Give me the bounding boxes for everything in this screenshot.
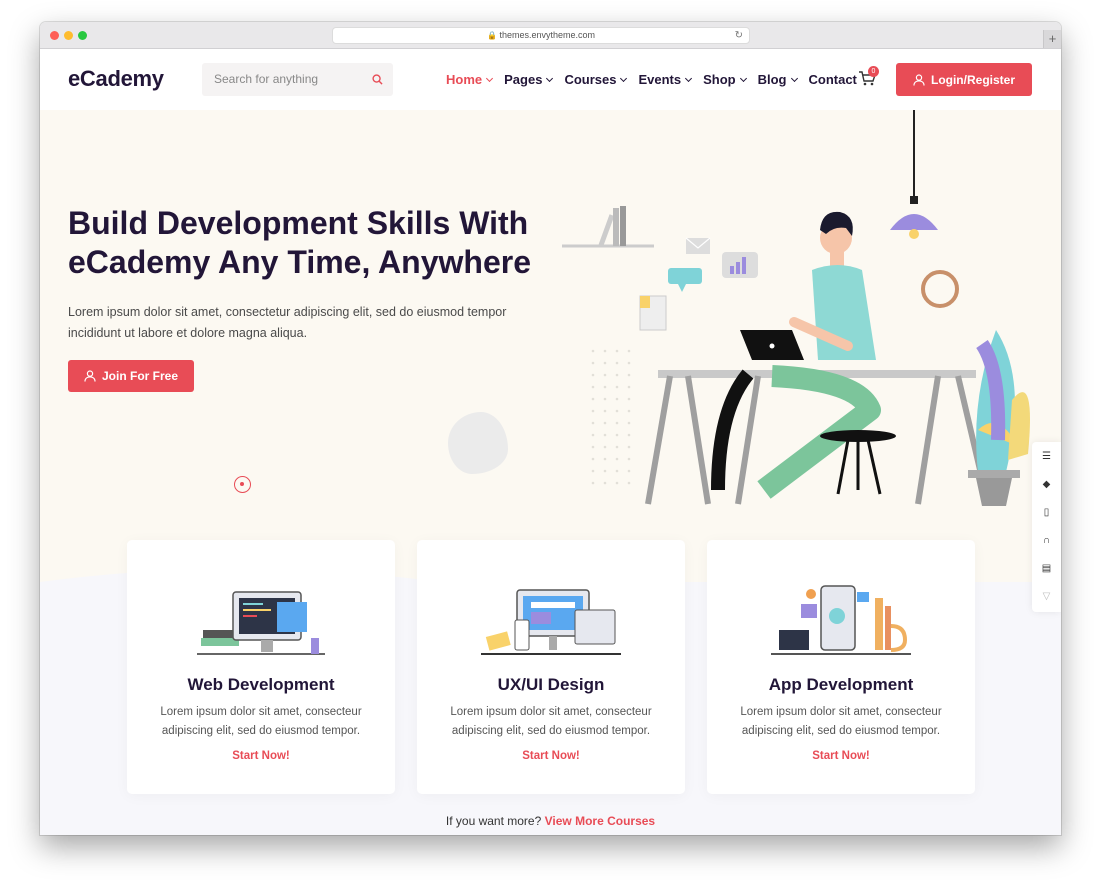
nav-item-label: Contact [808, 72, 857, 87]
browser-toolbar: 🔒 themes.envytheme.com ↻ + [40, 22, 1061, 49]
hero-title-line-2: eCademy Any Time, Anywhere [68, 244, 531, 280]
cart-button[interactable]: 0 [858, 66, 879, 92]
user-icon [84, 370, 96, 382]
site-header: eCademy Search for anything Home Pages Cou… [40, 49, 1061, 110]
browser-window: 🔒 themes.envytheme.com ↻ + eCademy Searc… [40, 22, 1061, 835]
minimize-window-icon[interactable] [64, 31, 73, 40]
course-card-web-development[interactable]: Web Development Lorem ipsum dolor sit am… [127, 540, 395, 794]
course-card-description-line-1: Lorem ipsum dolor sit amet, consecteur [450, 706, 652, 718]
course-card-description-line-2: adipiscing elit, sed do eiusmod tempor. [741, 725, 941, 737]
course-card-description-line-2: adipiscing elit, sed do eiusmod tempor. [451, 725, 651, 737]
note-icon[interactable]: ▤ [1032, 554, 1061, 582]
nav-item-contact[interactable]: Contact [809, 72, 857, 87]
login-register-button[interactable]: Login/Register [896, 63, 1032, 96]
course-card-title: Web Development [187, 675, 335, 694]
address-text: themes.envytheme.com [499, 30, 596, 40]
course-card-title: App Development [768, 675, 914, 694]
start-now-link[interactable]: Start Now! [707, 750, 975, 762]
start-now-link[interactable]: Start Now! [127, 750, 395, 762]
decorative-blob [448, 412, 508, 474]
course-card-description-line-2: adipiscing elit, sed do eiusmod tempor. [161, 725, 361, 737]
nav-item-blog[interactable]: Blog [757, 72, 798, 87]
nav-item-events[interactable]: Events [638, 72, 693, 87]
new-tab-button[interactable]: + [1043, 30, 1061, 48]
hero-title-line-1: Build Development Skills With [68, 205, 529, 241]
course-card-description: Lorem ipsum dolor sit amet, consecteur a… [151, 703, 371, 741]
address-bar[interactable]: 🔒 themes.envytheme.com ↻ [332, 27, 750, 44]
chevron-down-icon [790, 74, 798, 82]
start-now-link[interactable]: Start Now! [417, 750, 685, 762]
chevron-down-icon [486, 74, 494, 82]
layers-icon[interactable]: ◆ [1032, 470, 1061, 498]
course-card-description-line-1: Lorem ipsum dolor sit amet, consecteur [160, 706, 362, 718]
chevron-down-icon [739, 74, 747, 82]
cart-count-badge: 0 [868, 66, 879, 77]
chevron-down-icon [620, 74, 628, 82]
nav-item-label: Blog [757, 72, 787, 87]
hero-description-line-2: incididunt ut labore et dolore magna ali… [68, 326, 308, 340]
nav-item-label: Shop [703, 72, 736, 87]
decorative-ring [234, 476, 251, 493]
web-development-illustration [197, 591, 325, 655]
course-card-description: Lorem ipsum dolor sit amet, consecteur a… [731, 703, 951, 741]
hero-description: Lorem ipsum dolor sit amet, consectetur … [68, 302, 528, 344]
search-placeholder: Search for anything [214, 72, 319, 86]
nav-item-shop[interactable]: Shop [703, 72, 747, 87]
cart-icon[interactable]: ▽ [1032, 582, 1061, 610]
site-logo[interactable]: eCademy [68, 66, 164, 92]
close-window-icon[interactable] [50, 31, 59, 40]
main-menu: Home Pages Courses Events Shop Blog Contact [446, 72, 869, 87]
book-icon[interactable]: ▯ [1032, 498, 1061, 526]
nav-item-label: Courses [564, 72, 617, 87]
nav-item-courses[interactable]: Courses [564, 72, 628, 87]
nav-item-label: Pages [504, 72, 543, 87]
course-card-title: UX/UI Design [497, 675, 605, 694]
user-icon [913, 73, 925, 86]
dot-pattern [591, 349, 631, 485]
app-development-illustration [771, 585, 911, 655]
search-input[interactable]: Search for anything [202, 63, 393, 96]
lock-icon: 🔒 [486, 31, 497, 40]
reload-icon[interactable]: ↻ [735, 28, 743, 43]
chevron-down-icon [546, 74, 554, 82]
search-icon[interactable] [372, 74, 383, 85]
list-icon[interactable]: ☰ [1032, 442, 1061, 470]
maximize-window-icon[interactable] [78, 31, 87, 40]
view-more-line: If you want more? View More Courses [40, 814, 1061, 828]
ux-ui-design-illustration [481, 589, 621, 655]
course-card-app-development[interactable]: App Development Lorem ipsum dolor sit am… [707, 540, 975, 794]
nav-item-label: Events [638, 72, 682, 87]
side-toolbar: ☰ ◆ ▯ ∩ ▤ ▽ [1032, 442, 1061, 612]
course-cards: Web Development Lorem ipsum dolor sit am… [127, 540, 975, 794]
course-card-description: Lorem ipsum dolor sit amet, consecteur a… [441, 703, 661, 741]
view-more-prefix: If you want more? [445, 814, 542, 828]
course-card-description-line-1: Lorem ipsum dolor sit amet, consecteur [740, 706, 942, 718]
hero-title: Build Development Skills With eCademy An… [68, 204, 568, 282]
nav-item-home[interactable]: Home [446, 72, 494, 87]
chevron-down-icon [685, 74, 693, 82]
headset-icon[interactable]: ∩ [1032, 526, 1061, 554]
course-card-ux-ui-design[interactable]: UX/UI Design Lorem ipsum dolor sit amet,… [417, 540, 685, 794]
join-for-free-button[interactable]: Join For Free [68, 360, 194, 392]
nav-item-pages[interactable]: Pages [504, 72, 554, 87]
join-for-free-label: Join For Free [101, 369, 178, 383]
hero-description-line-1: Lorem ipsum dolor sit amet, consectetur … [68, 305, 507, 319]
login-register-label: Login/Register [930, 72, 1015, 87]
nav-item-label: Home [446, 72, 483, 87]
view-more-courses-link[interactable]: View More Courses [545, 814, 655, 828]
